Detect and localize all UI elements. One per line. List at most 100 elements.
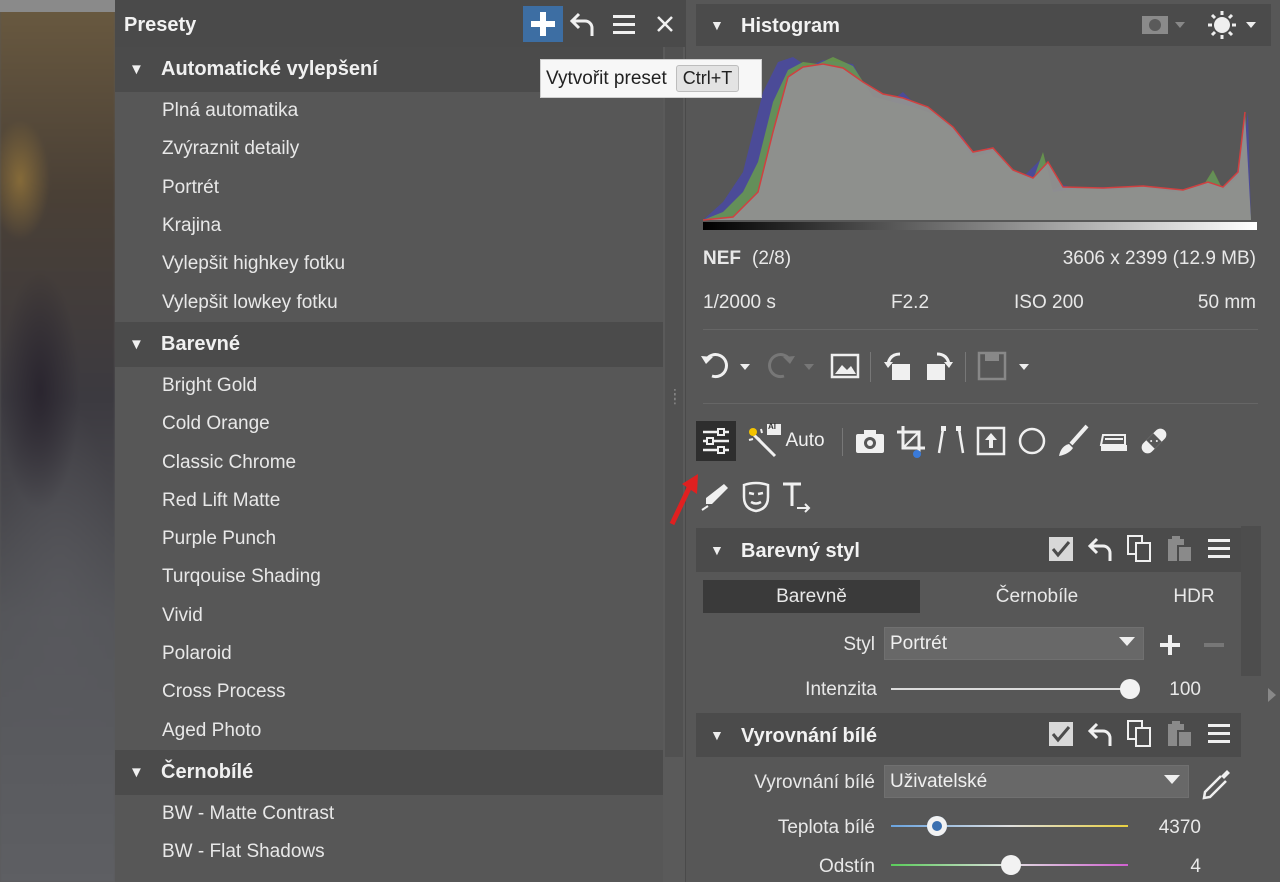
camera-icon[interactable] (854, 426, 886, 456)
preset-item[interactable]: Polaroid (115, 635, 663, 673)
intensity-label: Intenzita (805, 679, 877, 700)
category-bw[interactable]: ▼ Černobílé (115, 749, 663, 795)
crop-icon[interactable] (895, 424, 929, 460)
checkbox-checked-icon[interactable] (1048, 721, 1074, 747)
tab-color[interactable]: Barevně (703, 580, 920, 613)
red-pointer-arrow (669, 474, 698, 526)
histogram-title: Histogram (741, 15, 840, 37)
category-label: Černobílé (161, 760, 254, 783)
reset-icon[interactable] (1087, 720, 1115, 748)
preset-item[interactable]: Krajina (115, 207, 663, 245)
close-presets-button[interactable] (645, 6, 685, 42)
preset-item[interactable]: Aged Photo (115, 711, 663, 749)
preset-item[interactable]: Classic Chrome (115, 443, 663, 481)
adjustments-tool-button[interactable] (696, 421, 736, 461)
bandage-retouch-icon[interactable] (1137, 424, 1171, 458)
paste-icon[interactable] (1166, 719, 1194, 749)
redo-icon[interactable] (764, 350, 816, 382)
preset-item[interactable]: BW - Matte Contrast (115, 795, 663, 833)
reset-icon[interactable] (1087, 535, 1115, 563)
preset-item[interactable]: Vylepšit lowkey fotku (115, 283, 663, 321)
preset-item[interactable]: Zvýraznit detaily (115, 130, 663, 168)
preset-item[interactable]: Vivid (115, 597, 663, 635)
undo-preset-button[interactable] (563, 6, 603, 42)
preset-item[interactable]: Cold Orange (115, 405, 663, 443)
photo-preview (0, 0, 115, 882)
clone-pen-icon[interactable] (700, 482, 730, 512)
presets-title: Presety (124, 14, 197, 36)
white-balance-header[interactable]: ▼ Vyrovnání bílé (696, 713, 1241, 757)
right-panel-scrollbar[interactable] (1241, 526, 1261, 676)
intensity-value: 100 (1169, 679, 1201, 700)
style-dropdown[interactable]: Portrét (884, 627, 1144, 660)
create-preset-tooltip: Vytvořit preset Ctrl+T (540, 59, 762, 98)
undo-arrow-icon (569, 12, 594, 36)
preset-item[interactable]: Cross Process (115, 673, 663, 711)
preset-item[interactable]: Turqouise Shading (115, 558, 663, 596)
perspective-icon[interactable] (935, 425, 967, 457)
radial-filter-icon[interactable] (1017, 426, 1047, 456)
ai-badge: AI (768, 422, 776, 431)
remove-style-icon[interactable] (1203, 634, 1225, 656)
sliders-icon (703, 428, 729, 454)
style-value: Portrét (890, 632, 948, 654)
face-mask-icon[interactable] (741, 481, 771, 513)
chevron-down-icon (1119, 637, 1135, 646)
preset-item[interactable]: Red Lift Matte (115, 482, 663, 520)
exposure-gradient-icon[interactable] (976, 426, 1006, 456)
preset-item[interactable]: Portrét (115, 169, 663, 207)
divider (703, 329, 1258, 330)
intensity-slider-track[interactable] (891, 688, 1131, 690)
rotate-right-icon[interactable] (923, 350, 953, 382)
intensity-slider-knob[interactable] (1120, 679, 1140, 699)
tint-label: Odstín (819, 856, 875, 877)
image-compare-icon[interactable] (830, 352, 860, 380)
rotate-left-icon[interactable] (884, 350, 914, 382)
add-style-icon[interactable] (1159, 634, 1181, 656)
white-balance-dropdown[interactable]: Uživatelské (884, 765, 1189, 798)
eyedropper-icon[interactable] (1201, 768, 1231, 800)
tint-slider-knob[interactable] (1001, 855, 1021, 875)
focal-length: 50 mm (1197, 292, 1256, 313)
presets-menu-button[interactable] (604, 6, 644, 42)
checkbox-checked-icon[interactable] (1048, 536, 1074, 562)
brightness-settings-icon[interactable] (1208, 10, 1260, 40)
copy-icon[interactable] (1126, 719, 1154, 749)
iso: ISO 200 (1014, 292, 1084, 313)
preset-item[interactable]: BW - Flat Shadows (115, 833, 663, 871)
camera-mode-icon[interactable] (1141, 14, 1187, 36)
ai-auto-button[interactable]: AI Auto (741, 421, 831, 461)
divider (965, 352, 966, 382)
preset-item[interactable]: Vylepšit highkey fotku (115, 245, 663, 283)
expand-panel-arrow-icon[interactable] (1266, 686, 1278, 704)
photo-top-strip (0, 0, 115, 12)
shutter-speed: 1/2000 s (703, 292, 776, 313)
tooltip-shortcut: Ctrl+T (675, 65, 740, 92)
presets-list: ▼ Automatické vylepšení Plná automatika Z… (115, 47, 663, 871)
temperature-slider-knob[interactable] (927, 816, 947, 836)
category-label: Automatické vylepšení (161, 58, 378, 80)
tab-bw[interactable]: Černobíle (920, 580, 1154, 613)
hamburger-menu-icon[interactable] (1206, 536, 1232, 560)
create-preset-button[interactable] (523, 6, 563, 42)
copy-icon[interactable] (1126, 534, 1154, 564)
tab-hdr[interactable]: HDR (1154, 580, 1234, 613)
text-tool-icon[interactable] (781, 480, 813, 514)
white-balance-label: Vyrovnání bílé (754, 772, 875, 793)
hamburger-menu-icon[interactable] (1206, 721, 1232, 745)
style-label: Styl (843, 634, 875, 655)
preset-item[interactable]: Bright Gold (115, 367, 663, 405)
save-icon[interactable] (977, 350, 1033, 382)
eraser-icon[interactable] (1097, 425, 1129, 457)
brush-icon[interactable] (1057, 424, 1089, 458)
histogram-header[interactable]: ▼ Histogram (696, 4, 1271, 46)
color-style-header[interactable]: ▼ Barevný styl (696, 528, 1241, 572)
collapse-triangle-icon: ▼ (710, 727, 724, 743)
panel-resize-grip[interactable]: ⋮ ⋮ (668, 387, 682, 405)
right-panel: ▼ Histogram NEF (2/8) 3606 x 2399 (12.9 … (669, 0, 1280, 882)
preset-item[interactable]: Purple Punch (115, 520, 663, 558)
category-color[interactable]: ▼ Barevné (115, 321, 663, 367)
histogram-graph (703, 57, 1257, 230)
paste-icon[interactable] (1166, 534, 1194, 564)
undo-icon[interactable] (700, 350, 752, 382)
